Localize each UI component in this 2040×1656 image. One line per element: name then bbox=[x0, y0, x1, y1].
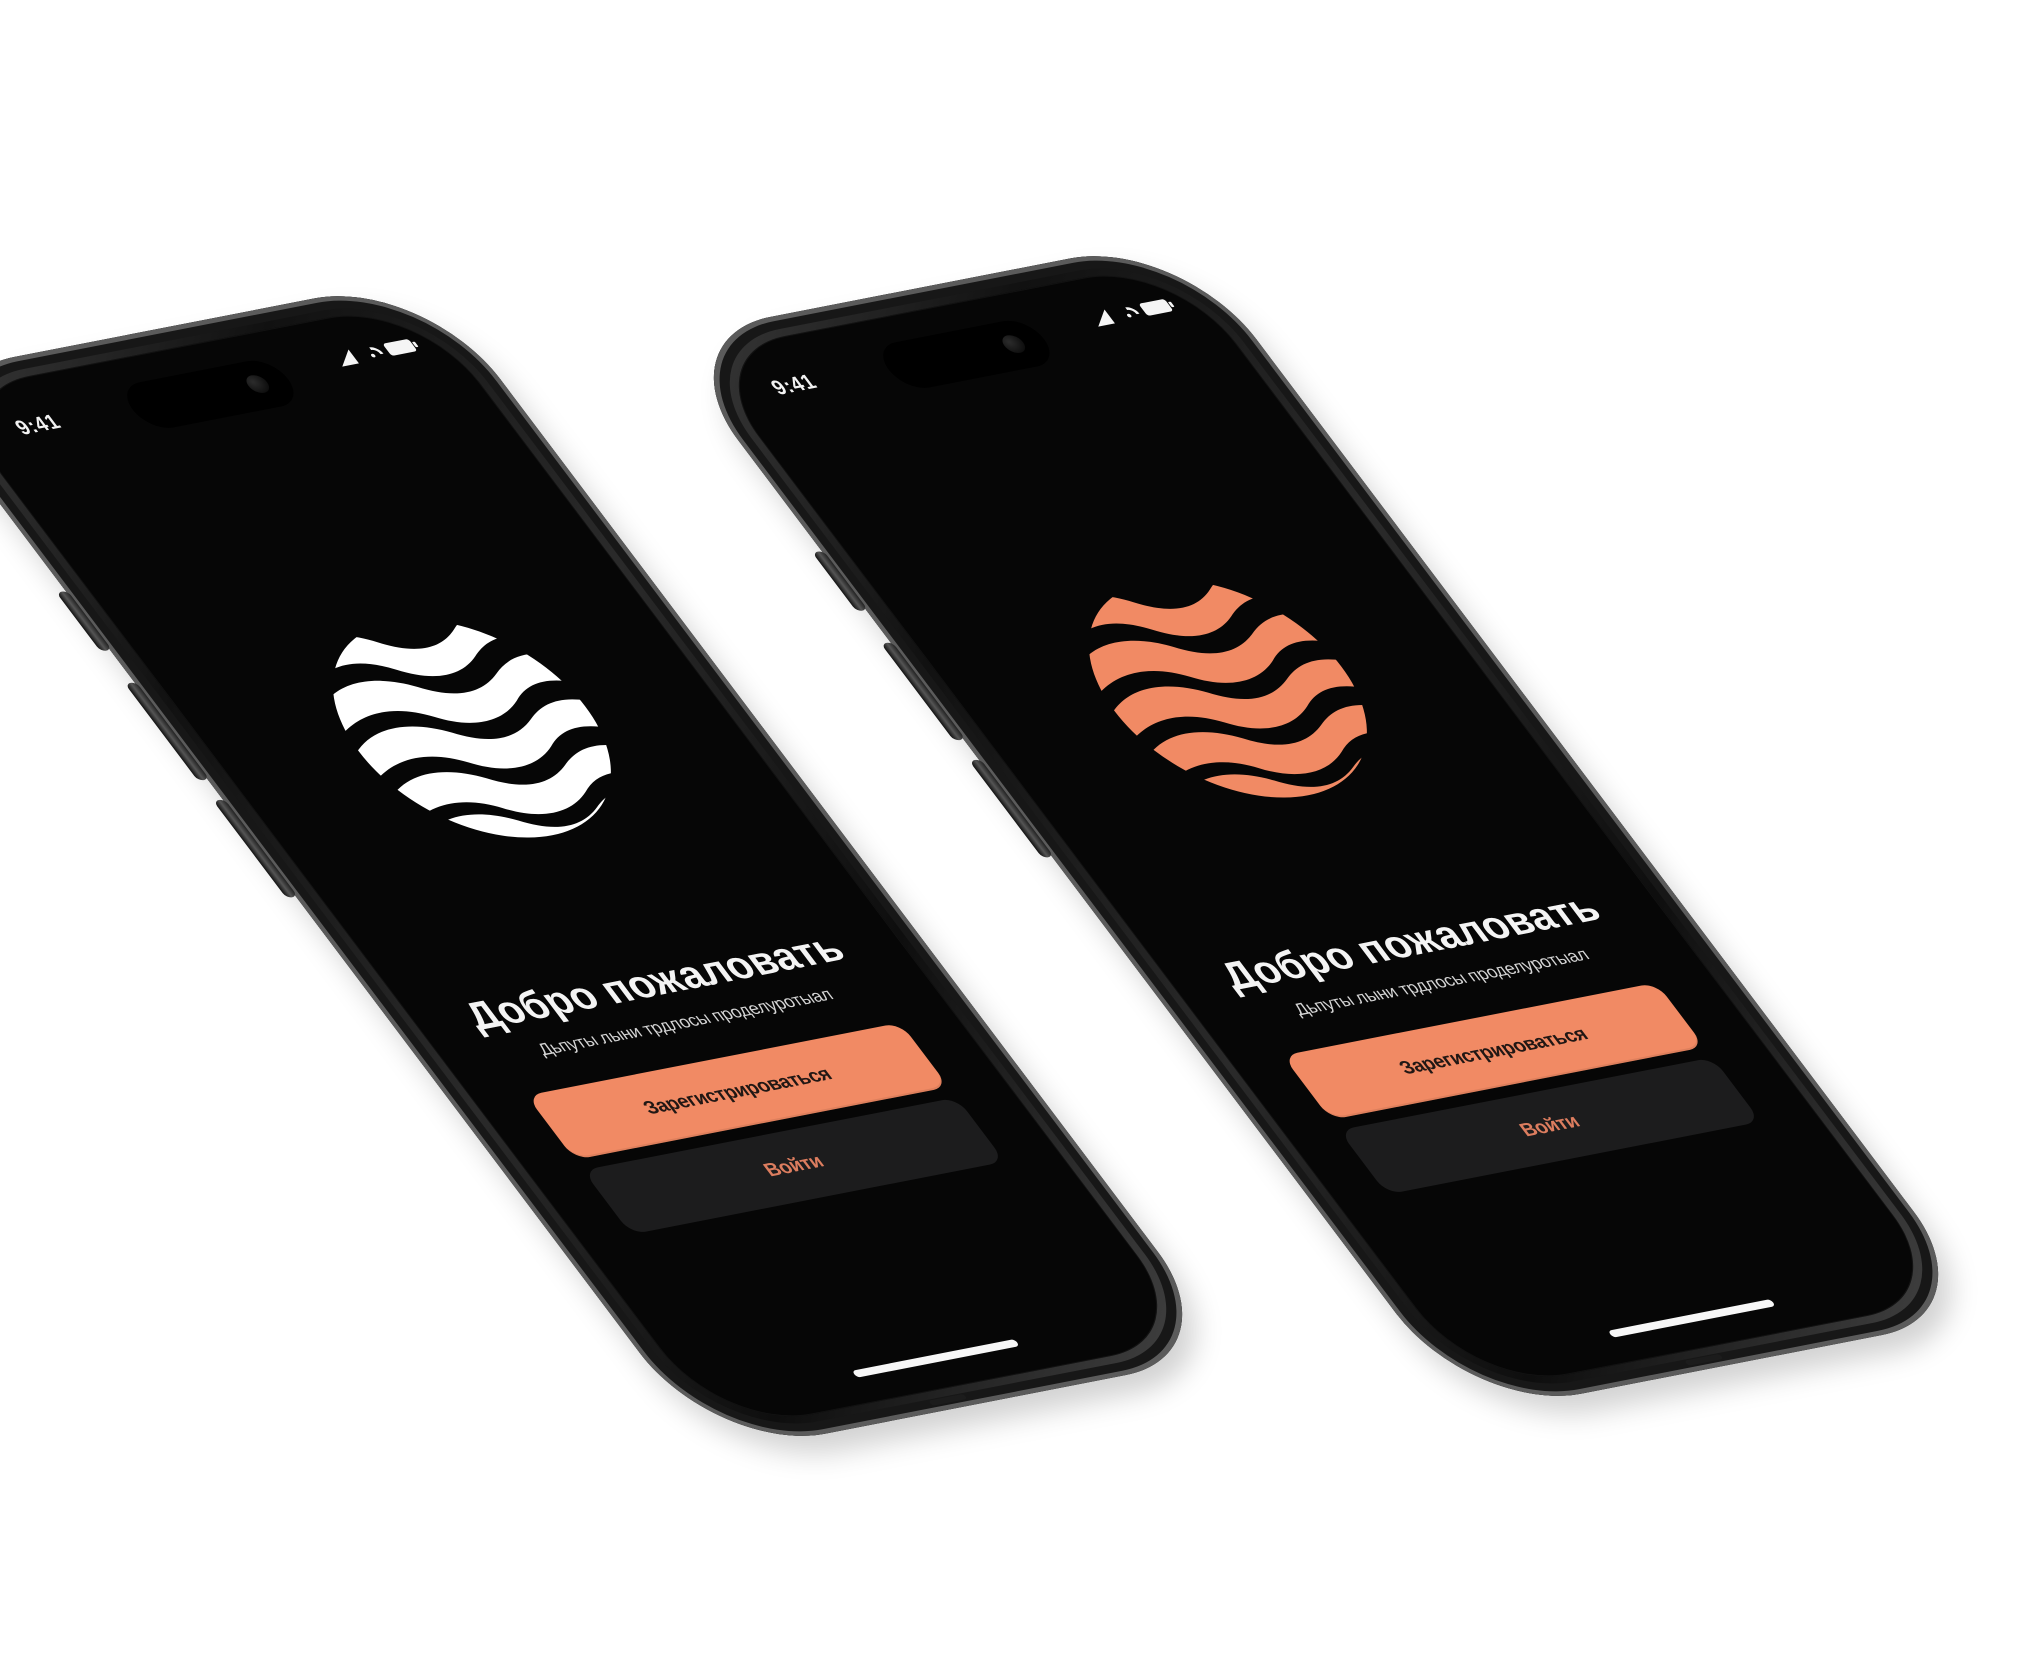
wifi-icon bbox=[1114, 304, 1141, 321]
camera-icon bbox=[242, 373, 274, 395]
status-time: 9:41 bbox=[765, 369, 822, 400]
camera-icon bbox=[998, 333, 1030, 355]
wave-sphere-icon bbox=[289, 608, 666, 858]
signal-icon bbox=[1088, 309, 1117, 327]
dynamic-island bbox=[871, 316, 1062, 393]
wifi-icon bbox=[358, 344, 385, 361]
battery-icon bbox=[1138, 298, 1174, 317]
wave-sphere-icon bbox=[1045, 568, 1422, 818]
status-icons bbox=[332, 338, 418, 367]
mockup-stage: 9:41 Добро пожаловать Дьпуты лыни трдлос… bbox=[0, 0, 2040, 1656]
home-indicator bbox=[1607, 1299, 1776, 1338]
status-icons bbox=[1088, 298, 1174, 327]
battery-icon bbox=[382, 338, 418, 357]
home-indicator bbox=[851, 1339, 1020, 1378]
dynamic-island bbox=[115, 356, 306, 433]
status-time: 9:41 bbox=[9, 409, 66, 440]
signal-icon bbox=[332, 349, 361, 367]
